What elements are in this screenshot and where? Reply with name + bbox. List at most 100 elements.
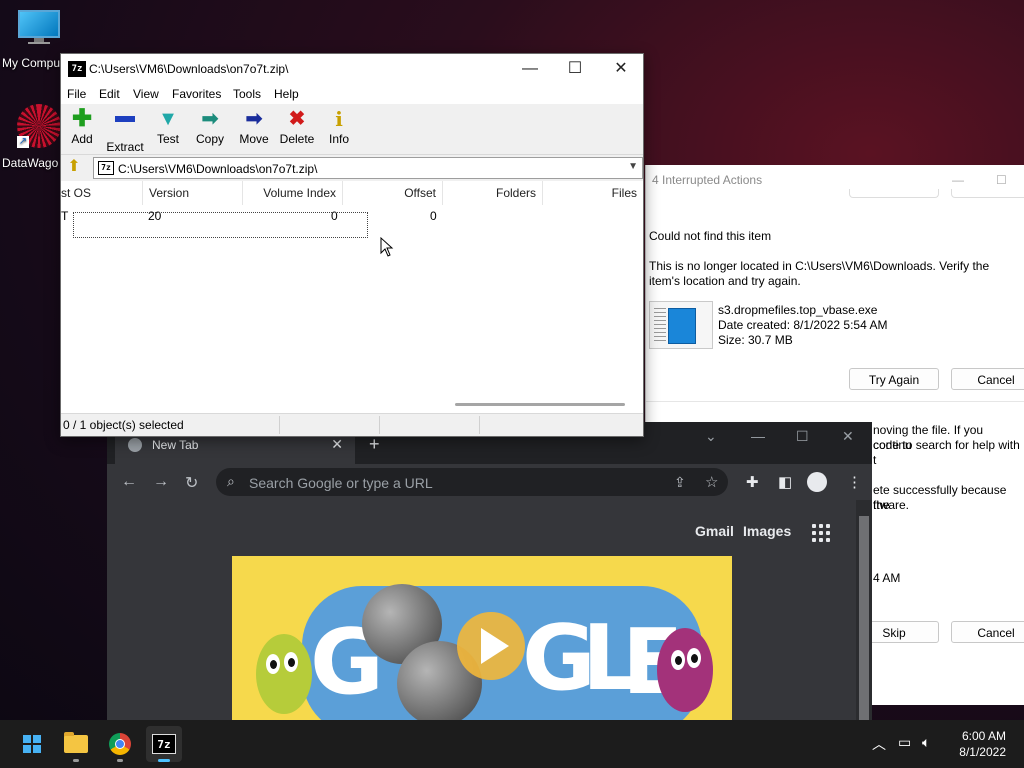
computer-icon [18, 10, 60, 44]
file-date: Date created: 8/1/2022 5:54 AM [718, 318, 888, 332]
column-offset[interactable]: Offset [343, 181, 443, 205]
maximize-button[interactable]: ☐ [552, 54, 598, 84]
address-row: ⬆ 7z C:\Users\VM6\Downloads\on7o7t.zip\ … [61, 155, 643, 181]
menu-help[interactable]: Help [274, 87, 299, 101]
move-arrow-icon: ➡ [245, 108, 263, 130]
chrome-toolbar: ← → ↻ ⌕ Search Google or type a URL ⇪ ☆ … [107, 464, 872, 500]
dialog-title: 4 Interrupted Actions [652, 173, 763, 187]
profile-icon[interactable] [807, 472, 827, 492]
chevron-down-icon[interactable]: ▼ [628, 161, 638, 172]
start-button[interactable] [14, 726, 50, 762]
7zip-window: 7z C:\Users\VM6\Downloads\on7o7t.zip\ — … [60, 53, 644, 437]
minimize-button[interactable]: — [952, 173, 964, 187]
images-link[interactable]: Images [743, 523, 791, 539]
partial-text: ftware. [873, 498, 910, 512]
column-host-os[interactable]: st OS [61, 181, 143, 205]
file-list[interactable]: st OS Version Volume Index Offset Folder… [61, 181, 643, 414]
menu-view[interactable]: View [133, 87, 159, 101]
minimize-icon[interactable]: — [751, 428, 765, 444]
partial-text: 4 AM [873, 571, 901, 585]
file-size: Size: 30.7 MB [718, 333, 793, 347]
copy-arrow-icon: ➡ [201, 108, 219, 130]
network-icon[interactable]: ▭ [898, 734, 911, 751]
column-version[interactable]: Version [143, 181, 243, 205]
divider [646, 401, 1024, 402]
title-bar[interactable]: 7z C:\Users\VM6\Downloads\on7o7t.zip\ — … [61, 54, 643, 84]
chrome-window: New Tab ✕ + ⌄ — ☐ ✕ ← → ↻ ⌕ Search Googl… [107, 422, 872, 720]
clock-time: 6:00 AM [961, 729, 1006, 743]
dialog-header-button[interactable] [849, 189, 939, 198]
bookmark-star-icon[interactable]: ☆ [705, 473, 718, 491]
cancel-button[interactable]: Cancel [951, 368, 1024, 390]
reload-icon[interactable]: ↻ [185, 473, 198, 493]
doodle-olive-green [256, 634, 312, 714]
dialog-heading: Could not find this item [649, 229, 772, 243]
share-icon[interactable]: ⇪ [674, 474, 686, 491]
menu-icon[interactable]: ⋮ [847, 473, 862, 491]
close-tab-icon[interactable]: ✕ [331, 436, 343, 453]
clock[interactable]: 6:00 AM 8/1/2022 [959, 728, 1006, 760]
minimize-button[interactable]: — [507, 54, 553, 84]
menu-edit[interactable]: Edit [99, 87, 120, 101]
menu-bar: File Edit View Favorites Tools Help [61, 84, 643, 104]
show-hidden-icons-icon[interactable]: ︿ [872, 734, 886, 754]
google-apps-icon[interactable] [812, 524, 830, 542]
google-doodle[interactable]: G G L E [232, 556, 732, 720]
menu-tools[interactable]: Tools [233, 87, 261, 101]
try-again-button[interactable]: Try Again [849, 368, 939, 390]
column-files[interactable]: Files [543, 181, 643, 205]
forward-icon[interactable]: → [153, 473, 169, 491]
omnibox-placeholder: Search Google or type a URL [249, 475, 433, 491]
menu-favorites[interactable]: Favorites [172, 87, 221, 101]
address-bar[interactable]: 7z C:\Users\VM6\Downloads\on7o7t.zip\ ▼ [93, 157, 643, 179]
extensions-icon[interactable]: ✚ [746, 473, 759, 491]
doodle-play-icon[interactable] [457, 612, 525, 680]
clock-date: 8/1/2022 [959, 745, 1006, 759]
gmail-link[interactable]: Gmail [695, 523, 734, 539]
maximize-button[interactable]: ☐ [996, 173, 1007, 187]
doodle-olive-purple [657, 628, 713, 712]
status-text: 0 / 1 object(s) selected [63, 418, 184, 432]
status-bar: 0 / 1 object(s) selected [61, 413, 643, 436]
copy-button[interactable]: ➡ Copy [194, 108, 226, 146]
tab-search-icon[interactable]: ⌄ [705, 428, 717, 445]
back-icon[interactable]: ← [121, 473, 137, 491]
taskbar-file-explorer[interactable] [58, 726, 94, 762]
column-volume-index[interactable]: Volume Index [243, 181, 343, 205]
plus-icon: ✚ [71, 105, 93, 132]
windows-logo-icon [23, 735, 41, 753]
search-icon: ⌕ [227, 473, 235, 489]
taskbar: 7z ︿ ▭ 🔈︎ 6:00 AM 8/1/2022 [0, 720, 1024, 768]
focus-rectangle [73, 212, 368, 238]
delete-button[interactable]: ✖ Delete [278, 108, 316, 146]
cancel-button-2[interactable]: Cancel [951, 621, 1024, 643]
add-button[interactable]: ✚ Add [69, 105, 95, 147]
folder-up-icon[interactable]: ⬆ [65, 158, 83, 176]
column-folders[interactable]: Folders [443, 181, 543, 205]
info-button[interactable]: i Info [327, 108, 351, 146]
taskbar-7zip[interactable]: 7z [146, 726, 182, 762]
horizontal-scrollbar[interactable] [455, 403, 625, 406]
7zip-app-icon: 7z [68, 61, 86, 77]
tab-title: New Tab [152, 438, 199, 452]
close-button[interactable]: ✕ [598, 54, 644, 84]
move-button[interactable]: ➡ Move [237, 108, 271, 146]
menu-file[interactable]: File [67, 87, 86, 101]
7zip-icon: 7z [152, 734, 176, 754]
minus-icon [105, 116, 145, 138]
taskbar-chrome[interactable] [102, 726, 138, 762]
folder-icon [64, 732, 88, 753]
omnibox[interactable]: ⌕ Search Google or type a URL ⇪ ☆ [216, 468, 728, 496]
page-scrollbar[interactable] [856, 500, 872, 720]
test-button[interactable]: ▼ Test [155, 108, 181, 146]
datawago-icon: ↗ [17, 104, 61, 148]
file-thumbnail [649, 301, 713, 349]
dialog-message: This is no longer located in C:\Users\VM… [649, 259, 990, 288]
maximize-icon[interactable]: ☐ [796, 428, 809, 445]
new-tab-icon[interactable]: + [369, 434, 380, 455]
volume-icon[interactable]: 🔈︎ [922, 734, 930, 751]
dialog-header-button[interactable] [951, 189, 1024, 198]
close-icon[interactable]: ✕ [842, 428, 854, 445]
extract-button[interactable]: Extract [105, 108, 145, 154]
side-panel-icon[interactable]: ◧ [778, 473, 792, 491]
